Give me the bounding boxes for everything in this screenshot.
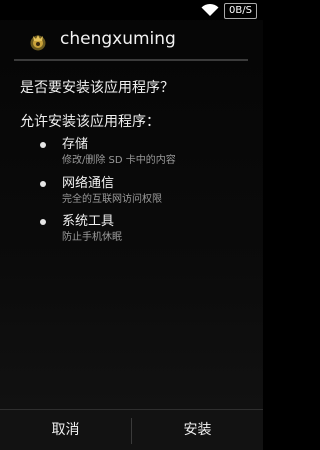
permission-description: 完全的互联网访问权限 (62, 194, 162, 205)
bullet-icon (40, 219, 46, 225)
permission-item-storage: 存储 修改/删除 SD 卡中的内容 (0, 136, 263, 172)
app-name: chengxuming (60, 29, 176, 49)
install-prompt: 是否要安装该应用程序？ (20, 80, 174, 96)
wifi-icon (201, 3, 219, 16)
permissions-heading: 允许安装该应用程序： (20, 114, 160, 130)
install-button[interactable]: 安装 (132, 410, 263, 450)
app-icon (30, 35, 46, 51)
header-divider (14, 59, 248, 61)
permission-title: 存储 (62, 137, 89, 152)
bullet-icon (40, 181, 46, 187)
permission-description: 修改/删除 SD 卡中的内容 (62, 155, 176, 166)
status-bar: 0B/S (0, 0, 263, 20)
install-screen: 0B/S chengxuming 是否要安装该应用程序？ 允许安装该应用程序： … (0, 0, 263, 450)
permission-item-network: 网络通信 完全的互联网访问权限 (0, 175, 263, 211)
button-bar: 取消 安装 (0, 409, 263, 450)
permission-title: 系统工具 (62, 214, 115, 229)
network-speed-indicator: 0B/S (224, 3, 257, 19)
permission-item-system-tools: 系统工具 防止手机休眠 (0, 213, 263, 249)
cancel-button[interactable]: 取消 (0, 410, 131, 450)
app-header: chengxuming (0, 20, 263, 60)
permission-description: 防止手机休眠 (62, 232, 122, 243)
bullet-icon (40, 142, 46, 148)
permission-title: 网络通信 (62, 176, 115, 191)
